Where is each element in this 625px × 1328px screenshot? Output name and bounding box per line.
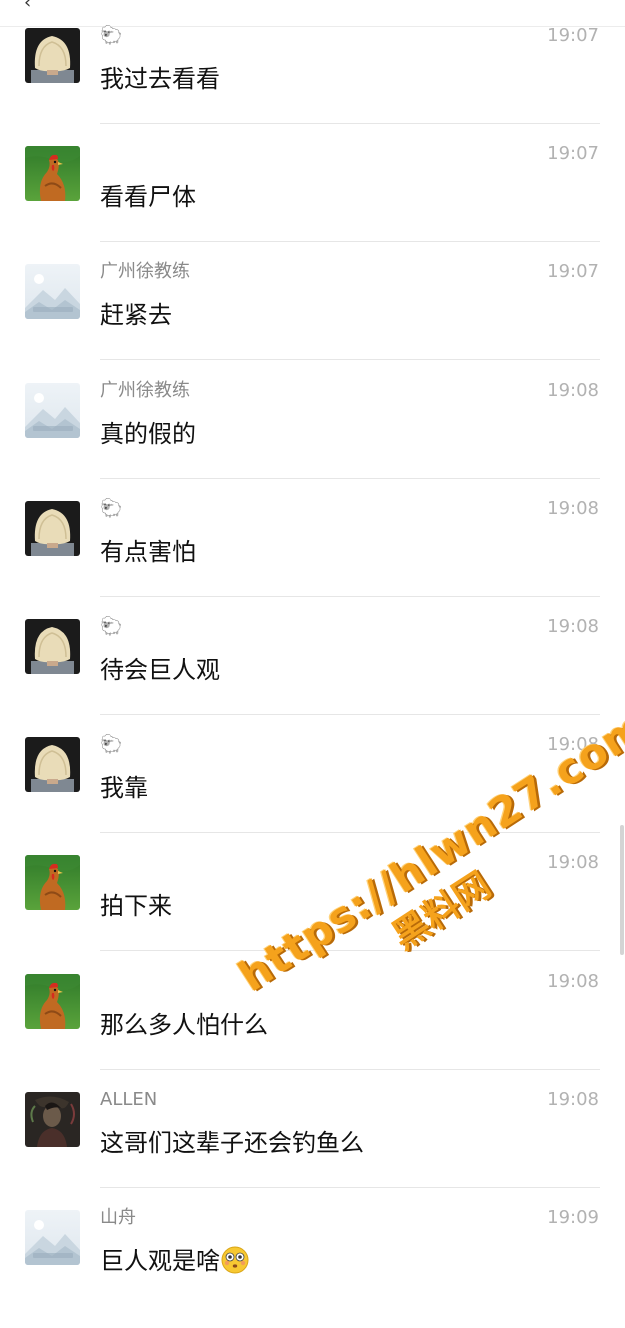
rooster-avatar[interactable] [25,146,80,202]
message-text-content: 待会巨人观 [100,656,220,684]
blonde-bob-avatar[interactable] [25,737,80,793]
divider [100,477,600,479]
divider [100,832,600,834]
message-time: 19:08 [547,1088,599,1110]
blonde-bob-avatar[interactable] [25,28,80,83]
message-row[interactable]: ALLEN 19:08 这哥们这辈子还会钓鱼么 [0,1088,625,1210]
rooster-avatar[interactable] [25,855,80,911]
divider [100,950,600,952]
sender-name: 🐑 [100,25,123,46]
message-text: 我靠 [100,773,148,803]
message-time: 19:07 [547,261,599,283]
message-time: 19:08 [547,852,599,874]
message-row[interactable]: 🐑 19:08 我靠 [0,734,625,855]
message-text: 那么多人怕什么 [100,1010,268,1040]
placeholder-landscape-avatar[interactable] [25,264,80,320]
blonde-bob-avatar[interactable] [25,619,80,674]
message-time: 19:08 [547,379,599,401]
message-row[interactable]: 🐑 19:07 我过去看看 [0,25,625,146]
message-time: 19:08 [547,734,599,756]
message-row[interactable]: 19:08 那么多人怕什么 [0,970,625,1092]
message-text: 巨人观是啥 [100,1246,249,1276]
message-time: 19:09 [547,1207,599,1228]
message-text: 拍下来 [100,891,172,921]
message-text-content: 有点害怕 [100,537,196,566]
message-text: 有点害怕 [100,537,196,567]
message-text-content: 我靠 [100,774,148,803]
message-text-content: 巨人观是啥 [100,1247,220,1275]
message-row[interactable]: 19:08 拍下来 [0,852,625,973]
divider [100,359,600,361]
message-text-content: 真的假的 [100,419,196,448]
message-row[interactable]: 🐑 19:08 有点害怕 [0,497,625,619]
message-row[interactable]: 19:07 看看尸体 [0,143,625,264]
divider [100,595,600,597]
placeholder-landscape-avatar[interactable] [25,382,80,438]
message-text: 这哥们这辈子还会钓鱼么 [100,1128,364,1158]
sender-name: 山舟 [100,1207,136,1228]
sender-name: ALLEN [100,1088,158,1110]
message-time: 19:08 [547,970,599,992]
message-text: 看看尸体 [100,182,196,212]
message-text-content: 看看尸体 [100,183,196,212]
message-time: 19:07 [547,25,599,46]
placeholder-landscape-avatar[interactable] [25,1210,80,1265]
message-text-content: 这哥们这辈子还会钓鱼么 [100,1128,364,1157]
sender-name: 🐑 [100,497,123,519]
divider [100,1068,600,1070]
message-row[interactable]: 广州徐教练 19:07 赶紧去 [0,261,625,382]
message-time: 19:07 [547,143,599,165]
message-time: 19:08 [547,616,599,637]
back-icon[interactable]: ‹ [24,0,31,13]
message-text: 待会巨人观 [100,655,220,685]
message-row[interactable]: 山舟 19:09 巨人观是啥 [0,1207,625,1328]
sender-name: 🐑 [100,734,123,756]
sender-name: 广州徐教练 [100,379,190,401]
message-text-content: 拍下来 [100,892,172,921]
message-text: 我过去看看 [100,64,220,94]
flushed-face-emoji-icon [221,1246,249,1274]
message-row[interactable]: 🐑 19:08 待会巨人观 [0,616,625,737]
message-time: 19:08 [547,497,599,519]
top-bar: ‹ [0,0,625,27]
sender-name: 广州徐教练 [100,261,190,283]
dark-figure-avatar[interactable] [25,1091,80,1147]
message-text-content: 那么多人怕什么 [100,1010,268,1039]
divider [100,123,600,124]
message-text-content: 赶紧去 [100,301,172,330]
message-row[interactable]: 广州徐教练 19:08 真的假的 [0,379,625,501]
message-text: 赶紧去 [100,300,172,330]
rooster-avatar[interactable] [25,973,80,1029]
divider [100,714,600,715]
message-text-content: 我过去看看 [100,65,220,93]
divider [100,241,600,243]
blonde-bob-avatar[interactable] [25,500,80,556]
scrollbar[interactable] [620,825,624,955]
sender-name: 🐑 [100,616,123,637]
divider [100,1186,600,1188]
message-text: 真的假的 [100,419,196,449]
